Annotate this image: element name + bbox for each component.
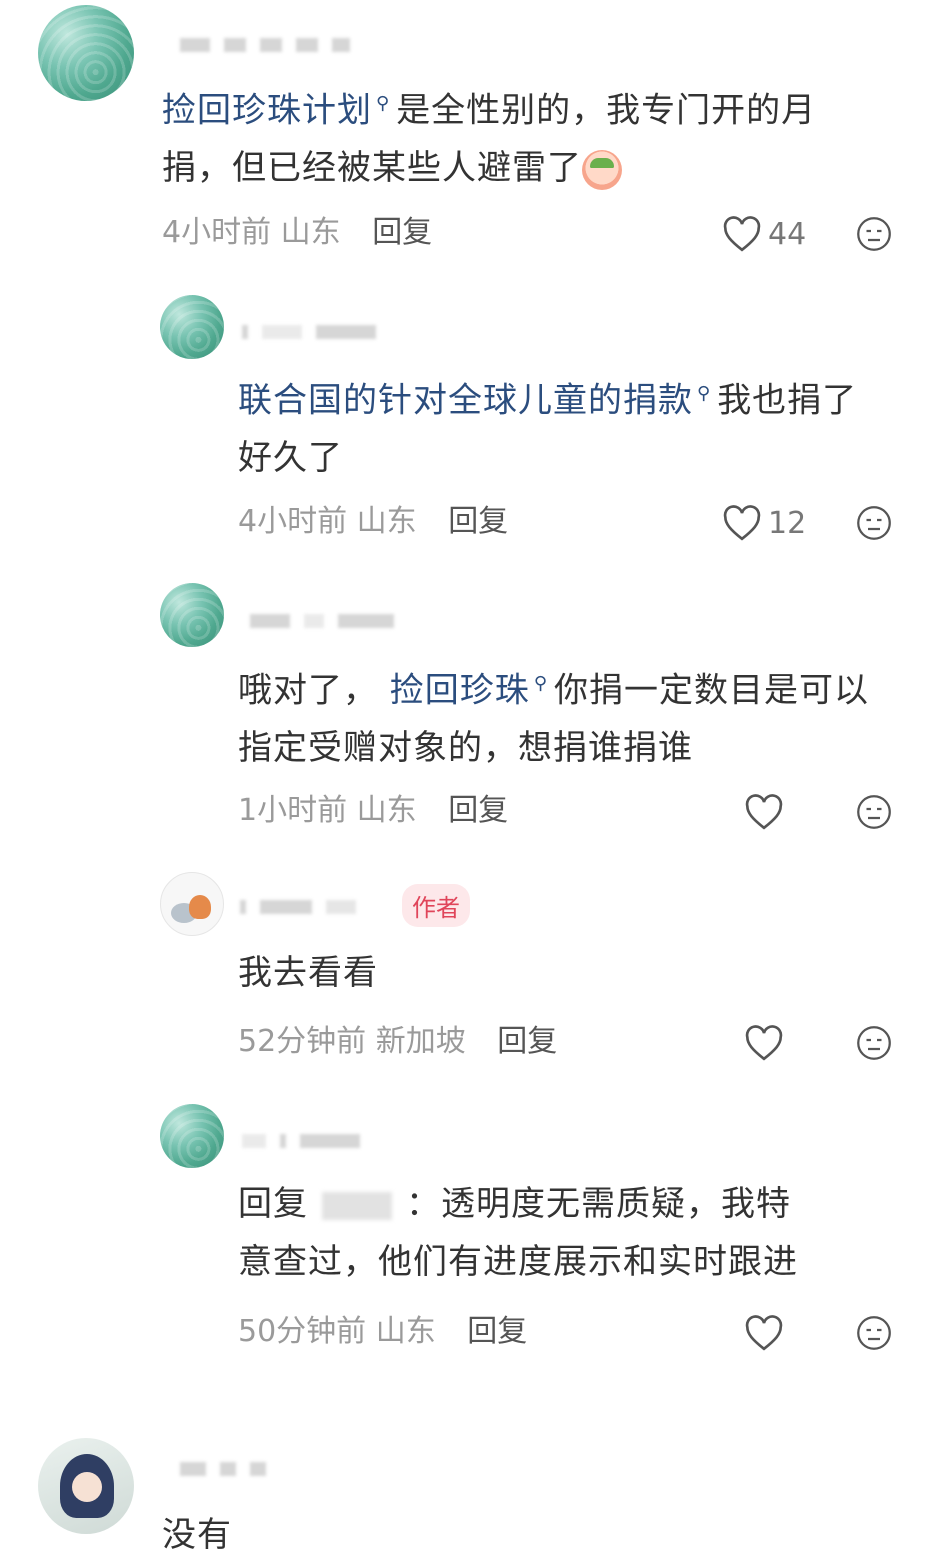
username-redacted[interactable] (242, 1134, 360, 1148)
timestamp: 52分钟前 (238, 1024, 367, 1059)
timestamp: 1小时前 (238, 793, 348, 828)
reply-button[interactable]: 回复 (497, 1024, 557, 1059)
comment-text: 没有 (162, 1515, 232, 1555)
location: 山东 (356, 793, 417, 828)
location: 山东 (356, 504, 417, 539)
like-button[interactable]: 12 (722, 503, 806, 543)
like-button[interactable]: 44 (722, 214, 806, 254)
location: 新加坡 (375, 1024, 466, 1059)
reply-button[interactable]: 回复 (467, 1314, 527, 1349)
comment-text: 回复 ：透明度无需质疑，我特 意查过，他们有进度展示和实时跟进 (238, 1184, 798, 1282)
avatar[interactable] (38, 1438, 134, 1534)
reply-button[interactable]: 回复 (372, 215, 432, 250)
dislike-face-icon[interactable] (856, 216, 892, 252)
dislike-face-icon[interactable] (856, 505, 892, 541)
like-button[interactable] (744, 792, 784, 832)
topic-link[interactable]: 捡回珍珠 (390, 670, 530, 710)
like-button[interactable] (744, 1313, 784, 1353)
heart-icon (745, 1315, 783, 1351)
like-button[interactable] (744, 1023, 784, 1063)
comment-text: 联合国的针对全球儿童的捐款 ⚲ 我也捐了 好久了 (238, 365, 918, 487)
author-badge: 作者 (402, 884, 470, 927)
username-redacted[interactable] (250, 614, 394, 628)
avatar[interactable] (160, 295, 224, 359)
search-icon: ⚲ (376, 93, 391, 114)
comment-meta: 4小时前 山东 回复 (238, 502, 508, 542)
location: 山东 (375, 1314, 436, 1349)
heart-icon (745, 1025, 783, 1061)
username-redacted[interactable] (180, 1462, 266, 1476)
crying-emoji (582, 149, 622, 190)
dislike-face-icon[interactable] (856, 1315, 892, 1351)
timestamp: 4小时前 (162, 215, 272, 250)
author-avatar[interactable] (160, 872, 224, 936)
heart-icon (723, 216, 761, 252)
mention-redacted[interactable] (322, 1191, 392, 1220)
dislike-face-icon[interactable] (856, 794, 892, 830)
timestamp: 4小时前 (238, 504, 348, 539)
comment-meta: 52分钟前 新加坡 回复 (238, 1022, 557, 1062)
comment-text: 捡回珍珠计划 ⚲ 是全性别的，我专门开的月 捐，但已经被某些人避雷了 (162, 75, 902, 197)
comment-text: 我去看看 (238, 953, 378, 993)
reply-button[interactable]: 回复 (448, 504, 508, 539)
comment-meta: 4小时前 山东 回复 (162, 213, 432, 253)
topic-link[interactable]: 联合国的针对全球儿童的捐款 (238, 380, 693, 420)
reply-button[interactable]: 回复 (448, 793, 508, 828)
timestamp: 50分钟前 (238, 1314, 367, 1349)
search-icon: ⚲ (533, 673, 548, 694)
like-count: 12 (768, 505, 807, 541)
comment-meta: 1小时前 山东 回复 (238, 791, 508, 831)
dislike-face-icon[interactable] (856, 1025, 892, 1061)
username-redacted[interactable] (242, 325, 376, 339)
heart-icon (723, 505, 761, 541)
comment-text: 哦对了， 捡回珍珠 ⚲ 你捐一定数目是可以 指定受赠对象的，想捐谁捐谁 (238, 655, 928, 777)
heart-icon (745, 794, 783, 830)
location: 山东 (280, 215, 341, 250)
username-redacted[interactable] (180, 38, 350, 52)
like-count: 44 (768, 216, 807, 252)
avatar[interactable] (160, 583, 224, 647)
comment-meta: 50分钟前 山东 回复 (238, 1312, 527, 1352)
avatar[interactable] (38, 5, 134, 101)
avatar[interactable] (160, 1104, 224, 1168)
search-icon: ⚲ (697, 383, 712, 404)
topic-link[interactable]: 捡回珍珠计划 (162, 90, 372, 130)
username-redacted[interactable] (240, 900, 356, 914)
